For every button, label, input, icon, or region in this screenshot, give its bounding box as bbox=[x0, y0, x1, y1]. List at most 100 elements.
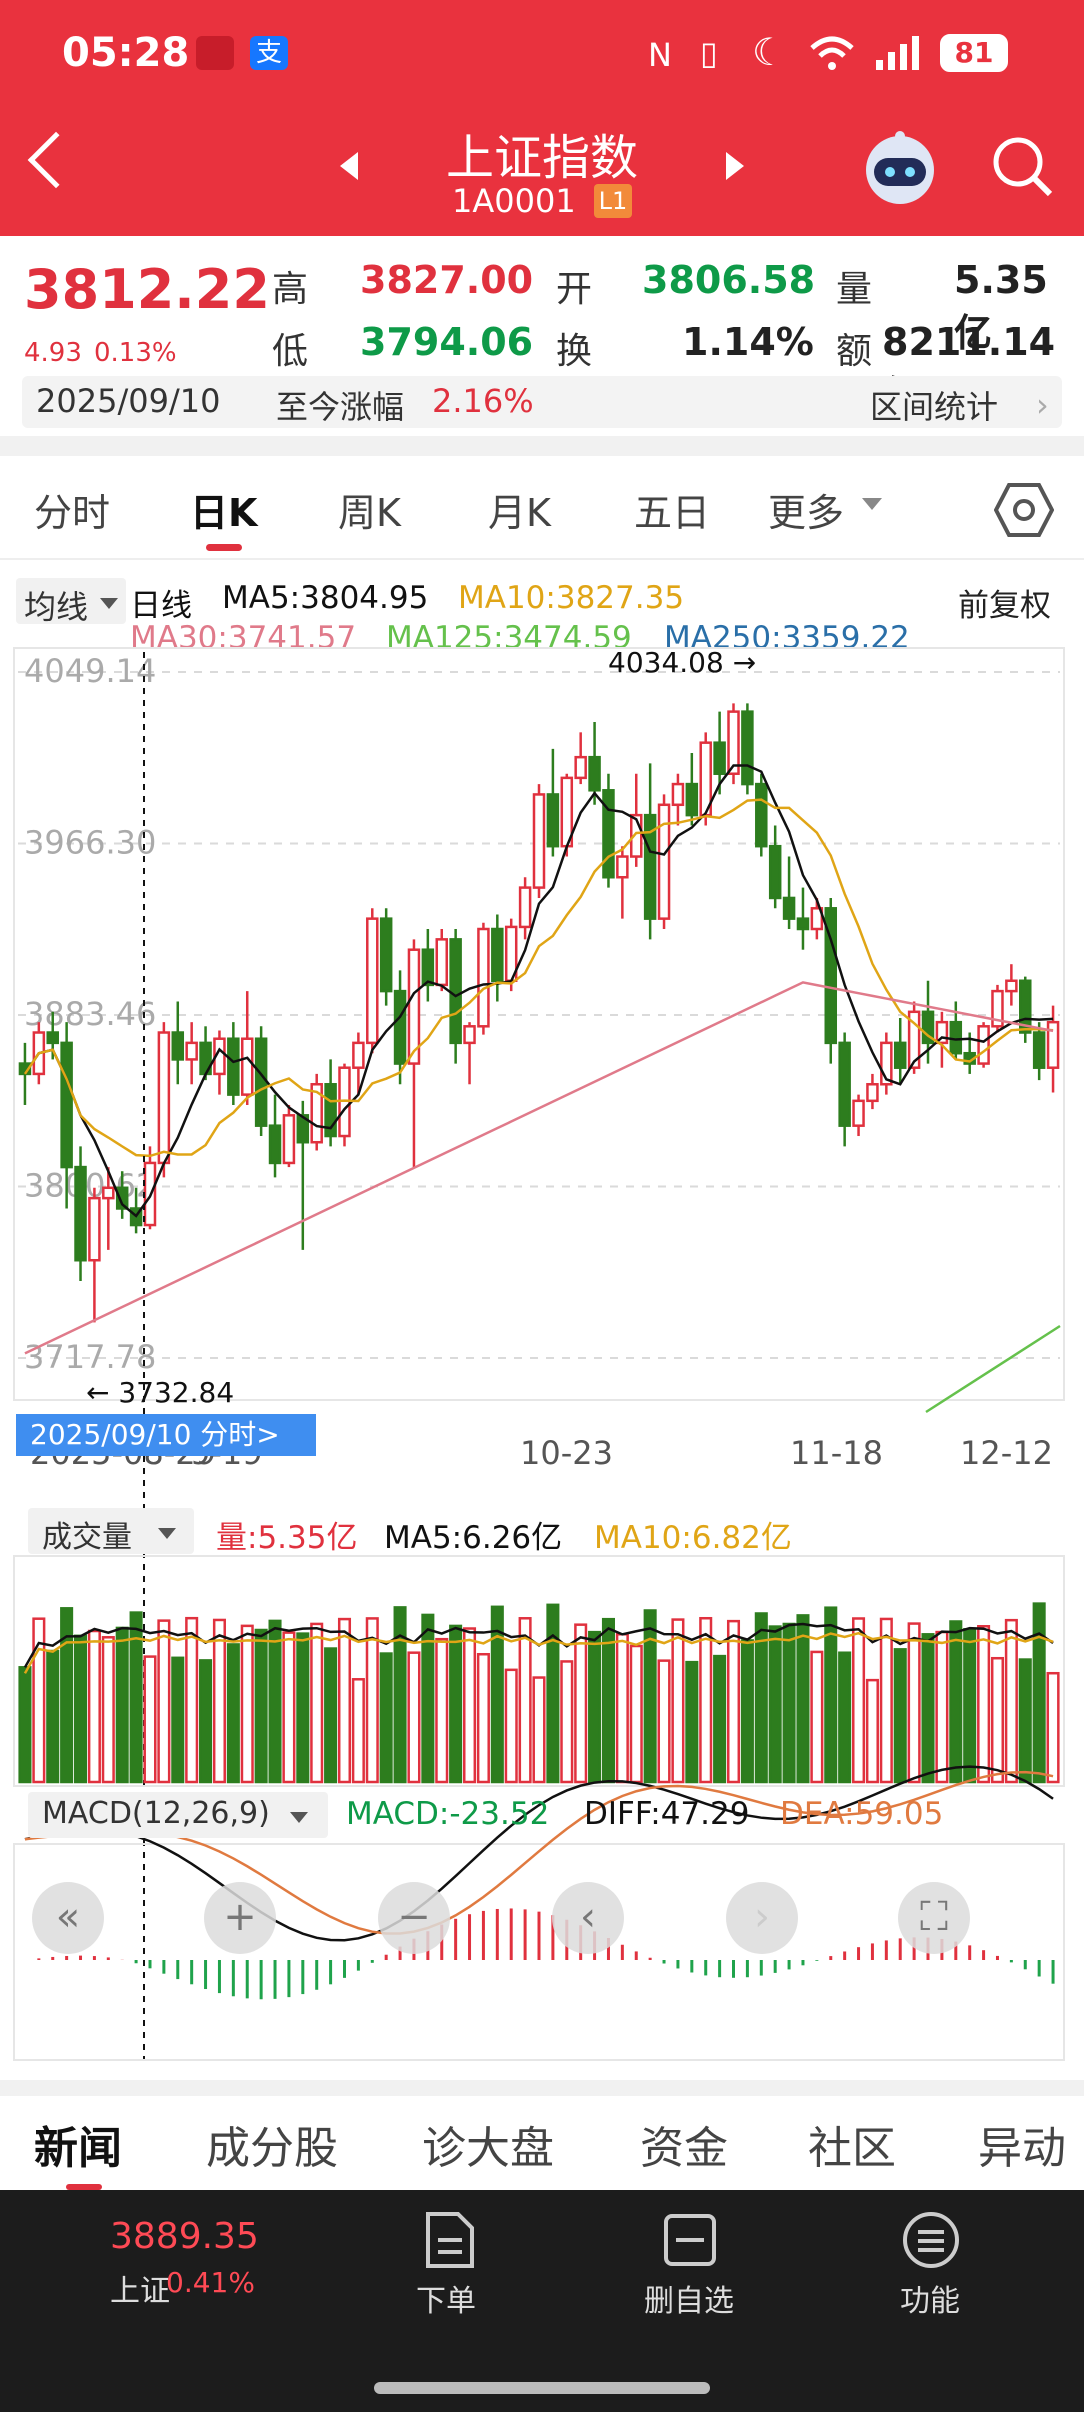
tab-daily-k[interactable]: 日K bbox=[190, 482, 257, 537]
order-label: 下单 bbox=[416, 2284, 476, 2319]
zoom-in-button[interactable]: + bbox=[204, 1882, 276, 1954]
tab-movements[interactable]: 异动 bbox=[978, 2112, 1066, 2176]
since-label: 至今涨幅 bbox=[276, 388, 405, 426]
volume-bar bbox=[657, 1659, 671, 1784]
low-value: 3794.06 bbox=[360, 320, 534, 364]
volume-bar bbox=[101, 1636, 115, 1784]
minus-square-icon bbox=[664, 2214, 716, 2266]
tab-more[interactable]: 更多 bbox=[768, 482, 844, 537]
volume-bar bbox=[893, 1648, 907, 1784]
volume-bar bbox=[171, 1656, 185, 1784]
volume-value-legend: 量:5.35亿 bbox=[216, 1520, 358, 1556]
volume-label: 量 bbox=[836, 269, 873, 310]
candle-body bbox=[532, 793, 546, 889]
settings-icon[interactable] bbox=[993, 482, 1055, 542]
candle-body bbox=[755, 782, 768, 848]
macd-indicator-select[interactable]: MACD(12,26,9) bbox=[28, 1792, 328, 1838]
candle-body bbox=[741, 710, 754, 786]
zoom-out-button[interactable]: − bbox=[378, 1882, 450, 1954]
dea-legend: DEA:59.05 bbox=[780, 1796, 944, 1832]
volume-bar bbox=[907, 1622, 921, 1784]
wifi-icon bbox=[808, 34, 856, 76]
volume-bar bbox=[921, 1633, 935, 1784]
price-change-pct: 0.13% bbox=[94, 338, 177, 368]
volume-bar bbox=[532, 1676, 546, 1784]
divider bbox=[0, 2080, 1084, 2096]
range-stat-row[interactable]: 2025/09/10 至今涨幅 2.16% 区间统计 › bbox=[22, 376, 1062, 428]
tab-constituents[interactable]: 成分股 bbox=[206, 2112, 338, 2176]
candle-body bbox=[449, 938, 462, 1045]
candle-body bbox=[477, 927, 490, 1028]
volume-bar bbox=[226, 1643, 240, 1784]
remove-watchlist-button[interactable]: 删自选 bbox=[640, 2210, 740, 2320]
x-tick-label: 12-12 bbox=[960, 1434, 1053, 1472]
robot-assistant-icon[interactable] bbox=[860, 128, 940, 212]
volume-bar bbox=[476, 1652, 490, 1784]
zoom-out-far-button[interactable]: « bbox=[32, 1882, 104, 1954]
volume-bar bbox=[1032, 1602, 1046, 1784]
volume-bar bbox=[740, 1639, 754, 1784]
volume-bar bbox=[199, 1659, 213, 1784]
volume-ma5-legend: MA5:6.26亿 bbox=[384, 1520, 563, 1556]
candlestick-chart[interactable]: 4049.143966.303883.463800.623717.784034.… bbox=[0, 560, 1084, 2080]
tab-five-day[interactable]: 五日 bbox=[634, 482, 710, 537]
candle-body bbox=[546, 793, 560, 848]
candle-body bbox=[671, 782, 685, 807]
open-value: 3806.58 bbox=[642, 258, 816, 302]
candle-body bbox=[393, 989, 407, 1065]
cursor-date-label[interactable]: 2025/09/10 分时> bbox=[16, 1414, 316, 1456]
tab-funds[interactable]: 资金 bbox=[640, 2112, 728, 2176]
functions-button[interactable]: 功能 bbox=[886, 2210, 976, 2320]
candle-body bbox=[157, 1031, 171, 1165]
volume-indicator-select[interactable]: 成交量 bbox=[28, 1508, 194, 1555]
ticker-index-value[interactable]: 3889.35 bbox=[110, 2216, 259, 2257]
tab-monthly-k[interactable]: 月K bbox=[488, 482, 551, 537]
candle-body bbox=[366, 917, 379, 1045]
x-tick-label: 11-18 bbox=[790, 1434, 883, 1472]
volume-bar bbox=[685, 1660, 699, 1784]
volume-bar bbox=[949, 1620, 963, 1784]
range-stats-link[interactable]: 区间统计 bbox=[870, 382, 998, 428]
fullscreen-button[interactable]: ⛶ bbox=[898, 1882, 970, 1954]
candle-body bbox=[282, 1114, 296, 1165]
chart-area[interactable]: 均线 日线 MA5:3804.95 MA10:3827.35 前复权 MA30:… bbox=[0, 560, 1084, 2080]
tab-diagnosis[interactable]: 诊大盘 bbox=[422, 2112, 554, 2176]
back-button[interactable] bbox=[27, 131, 85, 189]
tab-news[interactable]: 新闻 bbox=[34, 2112, 122, 2176]
selected-date: 2025/09/10 bbox=[36, 382, 221, 420]
volume-bar bbox=[115, 1626, 129, 1784]
tab-community[interactable]: 社区 bbox=[808, 2112, 896, 2176]
vibrate-icon: ▯ bbox=[700, 34, 718, 72]
candle-body bbox=[838, 1041, 851, 1127]
candle-body bbox=[949, 1020, 963, 1055]
alipay-icon: 支 bbox=[250, 36, 288, 70]
candle-body bbox=[574, 755, 587, 780]
search-icon[interactable] bbox=[990, 134, 1056, 204]
candle-body bbox=[616, 855, 629, 879]
candle-body bbox=[185, 1041, 198, 1061]
prev-stock-button[interactable] bbox=[340, 152, 358, 180]
volume-bar bbox=[46, 1649, 60, 1784]
ticker-index-pct: 0.41% bbox=[166, 2266, 255, 2299]
candle-body bbox=[227, 1037, 240, 1096]
candle-body bbox=[796, 917, 810, 931]
candle-body bbox=[852, 1099, 865, 1127]
low-price-label: ← 3732.84 bbox=[86, 1376, 234, 1409]
volume-bar bbox=[963, 1628, 977, 1784]
candle-body bbox=[46, 1031, 59, 1045]
volume-bar bbox=[1046, 1671, 1060, 1784]
volume-bar bbox=[351, 1678, 365, 1784]
tab-intraday[interactable]: 分时 bbox=[34, 482, 110, 537]
candle-body bbox=[171, 1031, 185, 1061]
volume-bar bbox=[588, 1630, 602, 1784]
bottom-bar: 3889.35 上证 0.41% 下单 删自选 功能 bbox=[0, 2190, 1084, 2412]
tab-weekly-k[interactable]: 周K bbox=[338, 482, 401, 537]
order-button[interactable]: 下单 bbox=[404, 2210, 494, 2320]
scroll-left-button[interactable]: ‹ bbox=[552, 1882, 624, 1954]
scroll-right-button[interactable]: › bbox=[726, 1882, 798, 1954]
app-header: 05:28 支 N ▯ ☾ 81 上证指数 1A0001 L1 bbox=[0, 0, 1084, 236]
volume-bar bbox=[699, 1616, 713, 1784]
open-label: 开 bbox=[556, 269, 593, 310]
next-stock-button[interactable] bbox=[726, 152, 744, 180]
home-indicator bbox=[374, 2382, 710, 2394]
